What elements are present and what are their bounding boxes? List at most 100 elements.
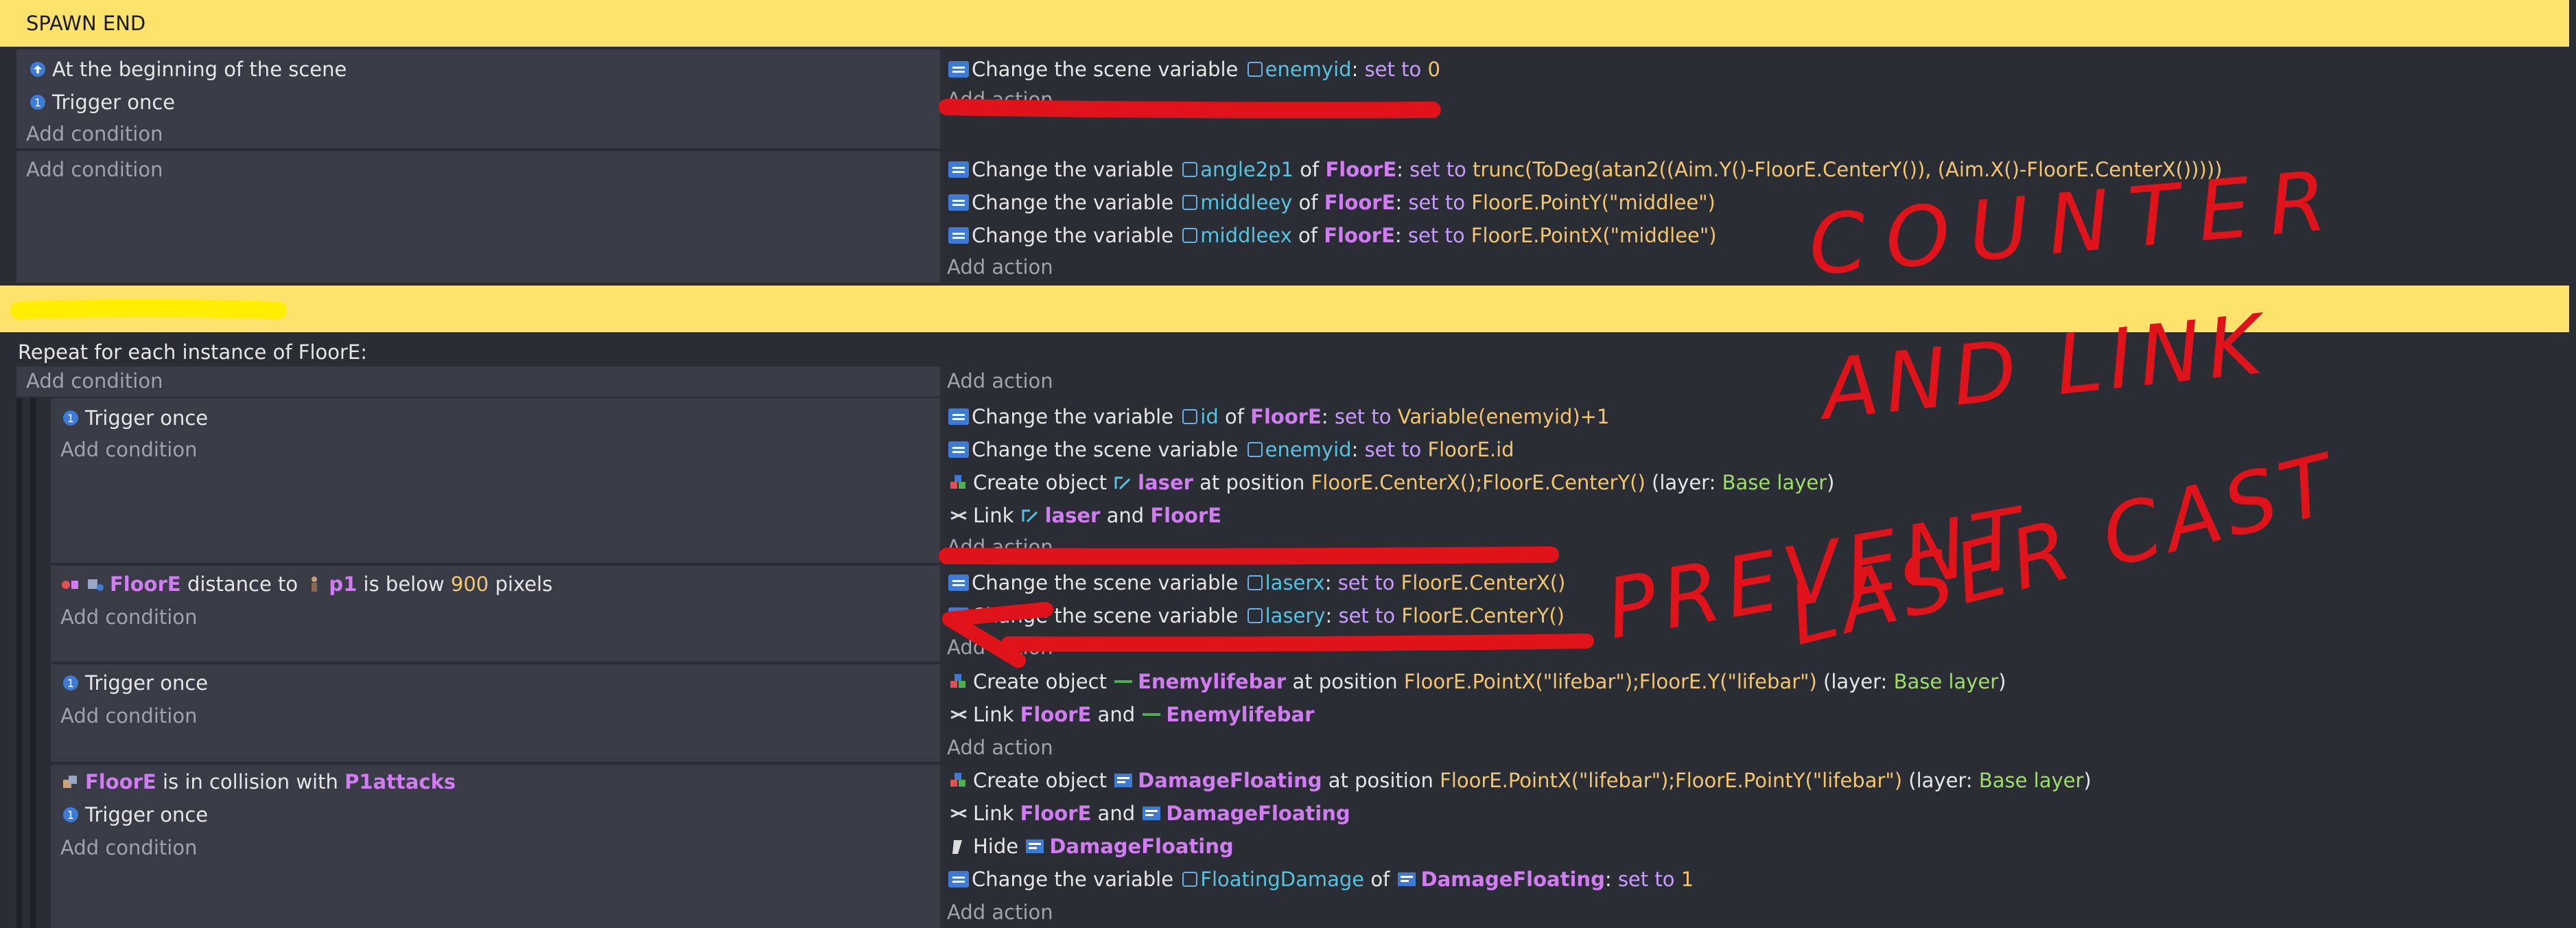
layer-name: Base layer — [1722, 471, 1827, 494]
add-action-button[interactable]: Add action — [947, 896, 1053, 928]
add-condition-button[interactable]: Add condition — [60, 700, 197, 732]
add-condition-button[interactable]: Add condition — [60, 434, 197, 465]
of-word: of — [1300, 158, 1320, 181]
add-condition-label: Add condition — [26, 158, 163, 181]
separator: : — [1394, 224, 1402, 247]
operator: set to — [1334, 405, 1392, 428]
operator: set to — [1409, 158, 1466, 181]
action-text: Link — [973, 802, 1014, 825]
scene-variable-icon — [1247, 575, 1263, 590]
add-action-button[interactable]: Add action — [947, 732, 1053, 763]
svg-text:1: 1 — [67, 677, 74, 690]
link-icon — [948, 507, 969, 524]
variable-name: FloatingDamage — [1200, 868, 1365, 891]
action-change-var-floatingdamage[interactable]: Change the variable FloatingDamage of Da… — [948, 863, 1694, 895]
layer-close: ) — [2083, 769, 2092, 792]
variable-icon — [948, 227, 969, 244]
value: trunc(ToDeg(atan2((Aim.Y()-FloorE.Center… — [1473, 158, 2223, 181]
collision-icon — [60, 773, 81, 791]
action-change-scene-var[interactable]: Change the scene variable enemyid : set … — [948, 54, 1440, 85]
add-condition-button[interactable]: Add condition — [26, 154, 163, 185]
operator: set to — [1617, 868, 1675, 891]
action-change-var-middleex[interactable]: Change the variable middleex of FloorE :… — [948, 220, 1717, 251]
variable-name: angle2p1 — [1200, 158, 1294, 181]
action-change-var-angle2p1[interactable]: Change the variable angle2p1 of FloorE :… — [948, 154, 2222, 185]
action-text: Create object — [973, 769, 1107, 792]
action-change-var-middleey[interactable]: Change the variable middleey of FloorE :… — [948, 187, 1716, 218]
cond-trigger-once[interactable]: 1 Trigger once — [60, 799, 208, 831]
object-name: laser — [1138, 471, 1193, 494]
action-change-var-id[interactable]: Change the variable id of FloorE : set t… — [948, 401, 1609, 432]
variable-name: middleex — [1200, 224, 1292, 247]
add-action-button[interactable]: Add action — [947, 251, 1053, 283]
object-name: FloorE — [1324, 224, 1395, 247]
add-condition-label: Add condition — [60, 836, 198, 859]
layer-open: (layer: — [1823, 670, 1888, 693]
add-action-button[interactable]: Add action — [947, 531, 1053, 563]
trigger-once-icon: 1 — [60, 409, 81, 427]
separator: : — [1351, 438, 1359, 461]
value: FloorE.id — [1427, 438, 1514, 461]
action-change-scene-var-lasery[interactable]: Change the scene variable lasery : set t… — [948, 600, 1565, 631]
action-link-laser-floore[interactable]: Link laser and FloorE — [948, 500, 1221, 531]
add-condition-button[interactable]: Add condition — [26, 365, 163, 397]
repeat-for-each-header[interactable]: Repeat for each instance of FloorE: — [18, 336, 367, 368]
cond-collision[interactable]: FloorE is in collision with P1attacks — [60, 766, 456, 798]
add-action-button[interactable]: Add action — [947, 84, 1053, 115]
variable-icon — [948, 161, 969, 178]
floore-object-icon — [85, 575, 106, 593]
object-name: FloorE — [1250, 405, 1322, 428]
create-object-icon — [948, 474, 969, 491]
comment-spawn-end[interactable]: SPAWN END — [0, 0, 2569, 47]
object-name: DamageFloating — [1166, 802, 1350, 825]
distance-value: 900 — [450, 572, 489, 596]
add-condition-button[interactable]: Add condition — [26, 118, 163, 150]
of-word: of — [1370, 868, 1390, 891]
operator: set to — [1338, 604, 1396, 627]
add-action-button[interactable]: Add action — [947, 631, 1053, 663]
add-condition-button[interactable]: Add condition — [60, 601, 197, 633]
separator: : — [1321, 405, 1328, 428]
object-variable-icon — [1182, 162, 1198, 177]
action-text: Change the scene variable — [972, 438, 1239, 461]
action-text: Link — [973, 703, 1014, 726]
action-link-floore-damagefloating[interactable]: Link FloorE and DamageFloating — [948, 798, 1350, 829]
variable-name: middleey — [1200, 191, 1293, 214]
separator: : — [1604, 868, 1612, 891]
repeat-label: Repeat for each instance of FloorE: — [18, 340, 368, 364]
cond-trigger-once[interactable]: 1 Trigger once — [60, 667, 208, 699]
trigger-once-icon: 1 — [27, 93, 48, 111]
text-object-icon — [1113, 772, 1134, 789]
action-hide-damagefloating[interactable]: Hide DamageFloating — [948, 831, 1234, 862]
add-condition-label: Add condition — [60, 605, 198, 629]
of-word: of — [1298, 191, 1318, 214]
cond-text: is below — [363, 572, 445, 596]
add-action-button[interactable]: Add action — [947, 365, 1053, 397]
value: FloorE.CenterX();FloorE.CenterY() — [1311, 471, 1646, 494]
cond-trigger-once[interactable]: 1 Trigger once — [27, 86, 175, 118]
and-word: and — [1097, 703, 1136, 726]
variable-name: lasery — [1265, 604, 1326, 627]
object-name: p1 — [329, 572, 358, 596]
action-create-object-laser[interactable]: Create object laser at position FloorE.C… — [948, 467, 1835, 498]
action-create-object-enemylifebar[interactable]: Create object Enemylifebar at position F… — [948, 666, 2006, 697]
add-condition-button[interactable]: Add condition — [60, 832, 197, 863]
cond-distance-below[interactable]: FloorE distance to p1 is below 900 pixel… — [60, 568, 552, 600]
at-position: at position — [1199, 471, 1305, 494]
value: FloorE.CenterX() — [1401, 571, 1566, 594]
add-action-label: Add action — [947, 901, 1053, 924]
object-variable-icon — [1182, 409, 1198, 424]
cond-text: distance to — [187, 572, 298, 596]
action-change-scene-var-enemyid[interactable]: Change the scene variable enemyid : set … — [948, 434, 1514, 465]
cond-trigger-once[interactable]: 1 Trigger once — [60, 402, 208, 434]
cond-text: Trigger once — [85, 803, 209, 826]
value: 1 — [1681, 868, 1694, 891]
object-name: FloorE — [1325, 158, 1397, 181]
action-link-floore-enemylifebar[interactable]: Link FloorE and Enemylifebar — [948, 699, 1314, 730]
layer-name: Base layer — [1893, 670, 1999, 693]
action-text: Change the variable — [972, 158, 1174, 181]
action-create-object-damagefloating[interactable]: Create object DamageFloating at position… — [948, 765, 2092, 796]
comment-redacted[interactable] — [0, 286, 2569, 332]
action-change-scene-var-laserx[interactable]: Change the scene variable laserx : set t… — [948, 567, 1565, 599]
cond-beginning-of-scene[interactable]: At the beginning of the scene — [27, 54, 347, 85]
